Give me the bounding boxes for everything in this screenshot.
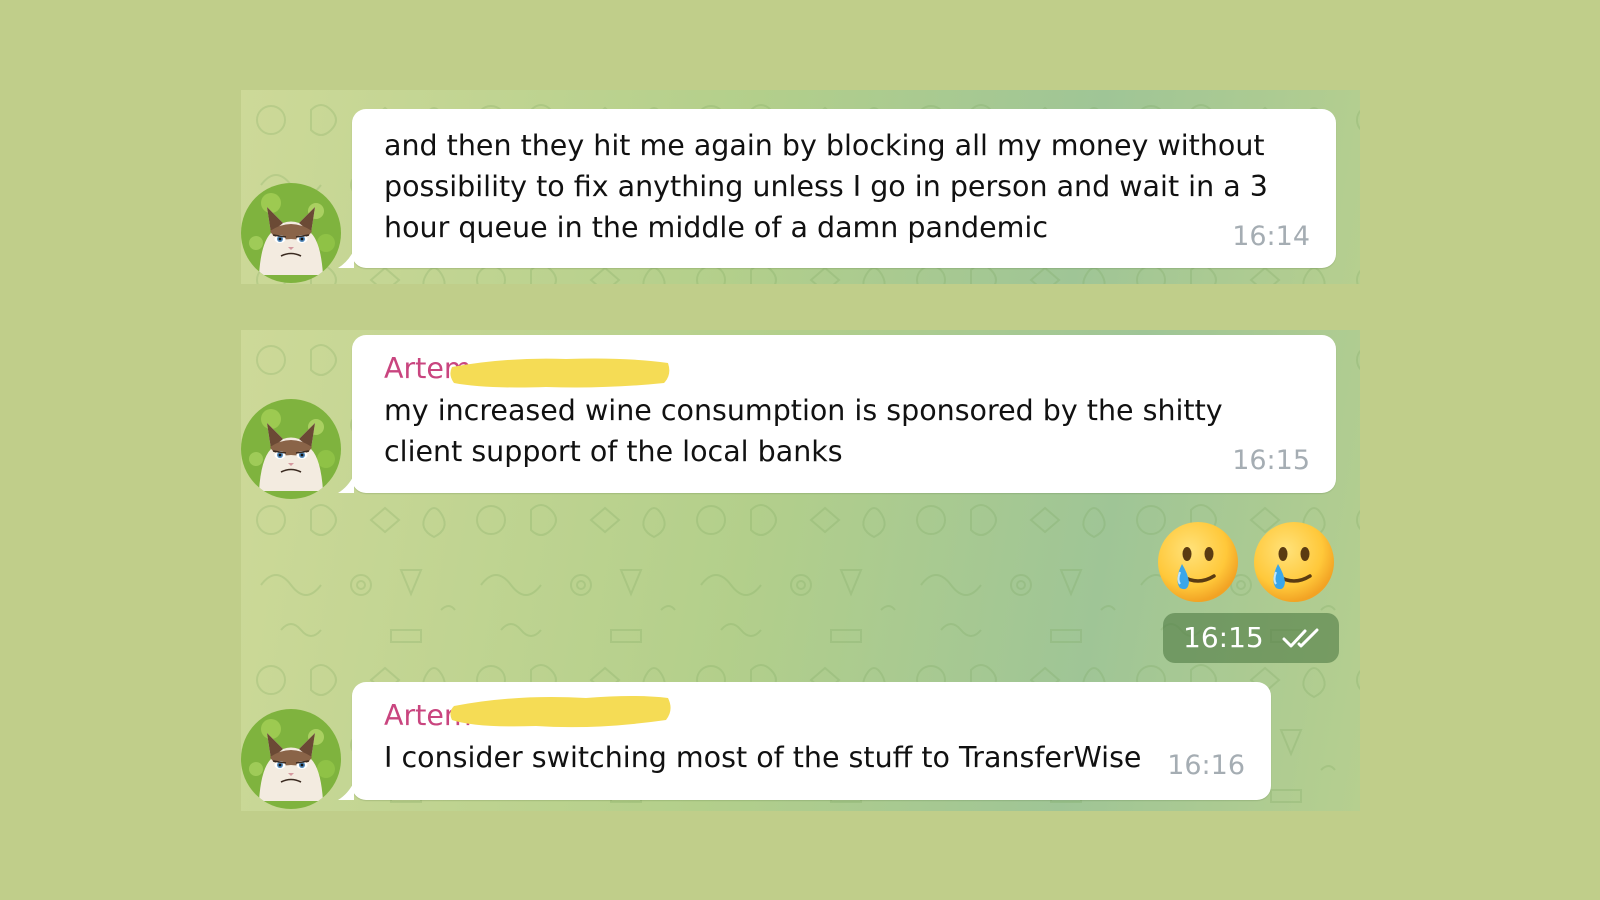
avatar[interactable] <box>241 709 341 809</box>
redaction-marker <box>450 696 671 728</box>
message-line: I consider switching most of the stuff t… <box>384 741 1142 774</box>
message-time: 16:14 <box>1232 221 1310 252</box>
bubble-tail <box>338 782 354 800</box>
chat-panel-top: and then they hit me again by blocking a… <box>241 90 1360 284</box>
message-line: hour queue in the middle of a damn pande… <box>384 211 1049 244</box>
double-check-icon <box>1282 628 1319 648</box>
bubble-tail <box>338 250 354 268</box>
bubble-tail <box>338 475 354 493</box>
message-bubble[interactable]: Artem I consider switching most of the s… <box>338 682 1271 800</box>
message-time: 16:15 <box>1232 445 1310 476</box>
message-line: my increased wine consumption is sponsor… <box>384 394 1223 427</box>
cat-avatar-icon <box>241 183 341 283</box>
crying-smile-emoji-icon[interactable] <box>1252 520 1336 604</box>
avatar[interactable] <box>241 399 341 499</box>
redaction-marker <box>450 358 670 388</box>
message-bubble[interactable]: Artem my increased wine consumption is s… <box>338 335 1336 493</box>
chat-panel-bottom: Artem my increased wine consumption is s… <box>241 330 1360 811</box>
message-text: I consider switching most of the stuff t… <box>384 737 1141 778</box>
message-line: possibility to fix anything unless I go … <box>384 170 1268 203</box>
cat-avatar-icon <box>241 399 341 499</box>
message-text: and then they hit me again by blocking a… <box>384 125 1268 248</box>
message-time: 16:16 <box>1167 750 1245 781</box>
cat-avatar-icon <box>241 709 341 809</box>
message-text: my increased wine consumption is sponsor… <box>384 390 1223 472</box>
message-bubble[interactable]: and then they hit me again by blocking a… <box>338 109 1336 268</box>
message-line: and then they hit me again by blocking a… <box>384 129 1265 162</box>
crying-smile-emoji-icon[interactable] <box>1156 520 1240 604</box>
outgoing-message-meta: 16:15 <box>1163 613 1339 663</box>
avatar[interactable] <box>241 183 341 283</box>
message-time: 16:15 <box>1183 621 1264 654</box>
message-line: client support of the local banks <box>384 435 843 468</box>
